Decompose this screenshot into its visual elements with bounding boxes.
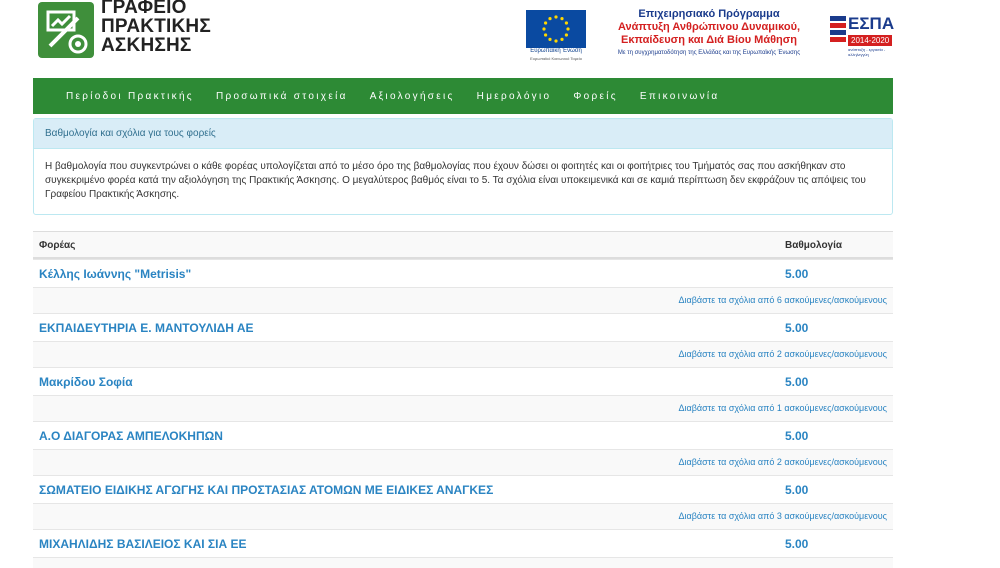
comments-row: Διαβάστε τα σχόλια από 1 ασκούμενες/ασκο… <box>33 395 893 421</box>
organization-link[interactable]: Α.Ο ΔΙΑΓΟΡΑΣ ΑΜΠΕΛΟΚΗΠΩΝ <box>39 429 223 443</box>
read-comments-link[interactable]: Διαβάστε τα σχόλια από 6 ασκούμενες/ασκο… <box>678 295 887 305</box>
comments-row: Διαβάστε τα σχόλια από 6 ασκούμενες/ασκο… <box>33 287 893 313</box>
program-line-3: Εκπαίδευση και Διά Βίου Μάθηση <box>620 34 798 46</box>
read-comments-link[interactable]: Διαβάστε τα σχόλια από 2 ασκούμενες/ασκο… <box>678 349 887 359</box>
table-row: ΜΙΧΑΗΛΙΔΗΣ ΒΑΣΙΛΕΙΟΣ ΚΑΙ ΣΙΑ ΕΕ 5.00 <box>33 529 893 557</box>
program-funding: Με τη συγχρηματοδότηση της Ελλάδας και τ… <box>617 50 801 56</box>
read-comments-link[interactable]: Διαβάστε τα σχόλια από 2 ασκούμενες/ασκο… <box>678 457 887 467</box>
organization-link[interactable]: ΣΩΜΑΤΕΙΟ ΕΙΔΙΚΗΣ ΑΓΩΓΗΣ ΚΑΙ ΠΡΟΣΤΑΣΙΑΣ Α… <box>39 483 493 497</box>
table-row: ΣΩΜΑΤΕΙΟ ΕΙΔΙΚΗΣ ΑΓΩΓΗΣ ΚΑΙ ΠΡΟΣΤΑΣΙΑΣ Α… <box>33 475 893 503</box>
read-comments-link[interactable]: Διαβάστε τα σχόλια από 3 ασκούμενες/ασκο… <box>678 511 887 521</box>
score-value: 5.00 <box>785 537 809 551</box>
comments-row: Διαβάστε τα σχόλια από 3 ασκούμενες/ασκο… <box>33 503 893 529</box>
nav-item-organizations[interactable]: Φορείς <box>573 91 618 102</box>
eu-flag-icon <box>526 10 586 48</box>
espa-years: 2014-2020 <box>848 35 893 46</box>
panel-heading: Βαθμολογία και σχόλια για τους φορείς <box>34 119 892 149</box>
organization-link[interactable]: ΕΚΠΑΙΔΕΥΤΗΡΙΑ Ε. ΜΑΝΤΟΥΛΙΔΗ ΑΕ <box>39 321 254 335</box>
table-row: Μακρίδου Σοφία 5.00 <box>33 367 893 395</box>
nav-item-evaluations[interactable]: Αξιολογήσεις <box>370 91 455 102</box>
score-value: 5.00 <box>785 429 809 443</box>
nav-menu: Περίοδοι Πρακτικής Προσωπικά στοιχεία Αξ… <box>66 78 741 114</box>
read-comments-link[interactable]: Διαβάστε τα σχόλια από 1 ασκούμενες/ασκο… <box>678 403 887 413</box>
main-navbar: Περίοδοι Πρακτικής Προσωπικά στοιχεία Αξ… <box>33 78 893 114</box>
nav-item-personal-info[interactable]: Προσωπικά στοιχεία <box>216 91 348 102</box>
eu-caption-sub: Ευρωπαϊκό Κοινωνικό Ταμείο <box>530 56 582 61</box>
office-logo-icon[interactable] <box>38 2 94 58</box>
score-value: 5.00 <box>785 267 809 281</box>
info-panel: Βαθμολογία και σχόλια για τους φορείς Η … <box>33 118 893 215</box>
comments-row: Διαβάστε τα σχόλια από 2 ασκούμενες/ασκο… <box>33 341 893 367</box>
organization-link[interactable]: ΜΙΧΑΗΛΙΔΗΣ ΒΑΣΙΛΕΙΟΣ ΚΑΙ ΣΙΑ ΕΕ <box>39 537 246 551</box>
organization-link[interactable]: Μακρίδου Σοφία <box>39 375 133 389</box>
score-value: 5.00 <box>785 483 809 497</box>
program-title: Επιχειρησιακό Πρόγραμμα <box>638 8 780 20</box>
organization-link[interactable]: Κέλλης Ιωάννης "Metrisis" <box>39 267 191 281</box>
eu-caption: Ευρωπαϊκή Ένωση Ευρωπαϊκό Κοινωνικό Ταμε… <box>521 48 591 62</box>
office-logo-text: ΓΡΑΦΕΙΟ ΠΡΑΚΤΙΚΗΣ ΑΣΚΗΣΗΣ <box>101 0 211 55</box>
table-row: Κέλλης Ιωάννης "Metrisis" 5.00 <box>33 259 893 287</box>
comments-row: Διαβάστε τα σχόλια από 2 ασκούμενες/ασκο… <box>33 449 893 475</box>
comments-row <box>33 557 893 568</box>
logo-line-1: ΓΡΑΦΕΙΟ <box>101 0 187 18</box>
organizations-table: Φορέας Βαθμολογία Κέλλης Ιωάννης "Metris… <box>33 231 893 568</box>
score-value: 5.00 <box>785 375 809 389</box>
logo-line-2: ΠΡΑΚΤΙΚΗΣ <box>101 16 211 37</box>
score-value: 5.00 <box>785 321 809 335</box>
program-banner: Επιχειρησιακό Πρόγραμμα Ανάπτυξη Ανθρώπι… <box>603 8 815 58</box>
table-header: Φορέας Βαθμολογία <box>33 231 893 259</box>
eu-caption-main: Ευρωπαϊκή Ένωση <box>530 48 582 54</box>
program-line-2: Ανάπτυξη Ανθρώπινου Δυναμικού, <box>617 21 801 33</box>
column-header-score: Βαθμολογία <box>785 240 843 251</box>
column-header-organization: Φορέας <box>39 240 76 251</box>
logo-line-3: ΑΣΚΗΣΗΣ <box>101 35 192 56</box>
site-header: ΓΡΑΦΕΙΟ ΠΡΑΚΤΙΚΗΣ ΑΣΚΗΣΗΣ Ευρωπαϊκή Ένωσ… <box>0 0 1000 78</box>
table-row: ΕΚΠΑΙΔΕΥΤΗΡΙΑ Ε. ΜΑΝΤΟΥΛΙΔΗ ΑΕ 5.00 <box>33 313 893 341</box>
espa-tagline: ανάπτυξη - εργασία - αλληλεγγύη <box>848 47 886 57</box>
nav-item-contact[interactable]: Επικοινωνία <box>640 91 720 102</box>
table-row: Α.Ο ΔΙΑΓΟΡΑΣ ΑΜΠΕΛΟΚΗΠΩΝ 5.00 <box>33 421 893 449</box>
nav-item-calendar[interactable]: Ημερολόγιο <box>477 91 552 102</box>
panel-body: Η βαθμολογία που συγκεντρώνει ο κάθε φορ… <box>45 161 866 200</box>
nav-item-periods[interactable]: Περίοδοι Πρακτικής <box>66 91 194 102</box>
espa-title: ΕΣΠΑ <box>848 14 895 33</box>
espa-logo: ΕΣΠΑ 2014-2020 ανάπτυξη - εργασία - αλλη… <box>830 14 895 57</box>
espa-emblem-icon <box>830 16 846 42</box>
